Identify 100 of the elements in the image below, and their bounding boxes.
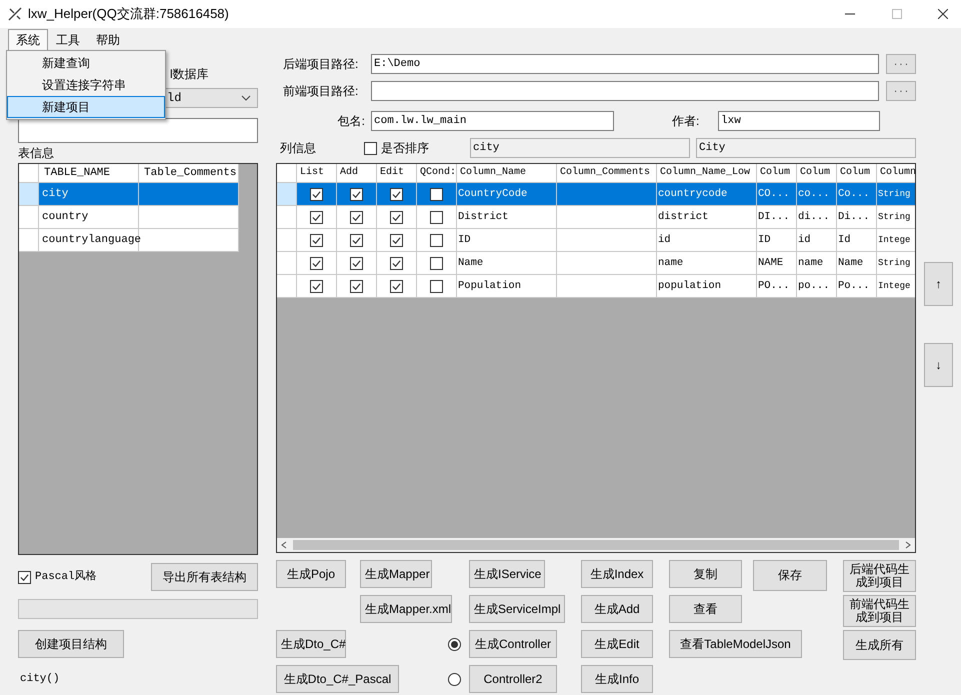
button[interactable]: 生成Add (581, 595, 653, 623)
column-header[interactable]: Column_Name (457, 164, 557, 183)
button[interactable]: 后端代码生成到项目 (843, 560, 916, 592)
menu-item[interactable]: 帮助 (88, 29, 128, 50)
radio-button[interactable] (448, 672, 461, 686)
section-label: 列信息 (279, 140, 317, 157)
table-cell: Po... (837, 275, 877, 298)
column-header[interactable]: Column_Comments (557, 164, 657, 183)
menu-item[interactable]: 工具 (48, 29, 88, 50)
button[interactable]: 生成Pojo (276, 560, 346, 588)
row-header (277, 183, 297, 206)
checkbox[interactable] (364, 142, 377, 154)
column-header[interactable]: QCond: (417, 164, 457, 183)
menu-item[interactable]: 新建查询 (7, 52, 165, 74)
checkbox[interactable] (390, 188, 403, 200)
checkbox[interactable] (310, 234, 323, 246)
checkbox[interactable] (350, 234, 363, 246)
menu-item[interactable]: 新建项目 (7, 96, 165, 118)
button[interactable]: 复制 (669, 560, 742, 588)
field-label: 后端项目路径: (282, 56, 360, 73)
menu-item[interactable]: 系统 (8, 29, 48, 50)
row-header (277, 229, 297, 252)
button[interactable]: 保存 (753, 560, 827, 591)
checkbox[interactable] (390, 256, 403, 270)
button[interactable]: 生成Dto_C# (276, 630, 346, 658)
export-button[interactable]: 导出所有表结构 (151, 563, 258, 591)
search-field[interactable] (18, 118, 258, 143)
button[interactable]: 生成Index (581, 560, 653, 588)
row-header (277, 164, 297, 183)
app-icon (8, 7, 22, 21)
chevron-left-icon[interactable] (281, 541, 287, 549)
table-row[interactable]: city (19, 183, 239, 206)
table-row[interactable]: ID id ID id Id Intege (277, 229, 915, 252)
chevron-right-icon[interactable] (905, 541, 911, 549)
table-row[interactable]: CountryCode countrycode CO... co... Co... String (277, 183, 915, 206)
checkbox[interactable] (350, 188, 363, 200)
horizontal-scrollbar[interactable] (277, 538, 915, 552)
button[interactable]: 生成Info (581, 665, 653, 693)
button[interactable]: 查看TableModelJson (669, 630, 802, 658)
section-label: 表信息 (18, 146, 55, 160)
browse-button[interactable]: ... (886, 54, 916, 74)
path-field[interactable]: E:\Demo (371, 54, 879, 74)
button[interactable]: Controller2 (469, 665, 557, 693)
button[interactable]: 查看 (669, 595, 742, 623)
column-header[interactable]: Edit (377, 164, 417, 183)
checkbox[interactable] (430, 256, 443, 270)
table-row[interactable]: countrylanguage (19, 229, 239, 252)
scrollbar-thumb[interactable] (293, 540, 899, 550)
table-row[interactable]: Population population PO... po... Po... Intege (277, 275, 915, 298)
checkbox[interactable] (350, 210, 363, 224)
checkbox[interactable] (390, 280, 403, 292)
row-header (277, 206, 297, 229)
author-field[interactable]: lxw (718, 111, 880, 131)
button[interactable]: 前端代码生成到项目 (843, 595, 916, 627)
button[interactable]: 生成Controller (469, 630, 557, 658)
create-button[interactable]: 创建项目结构 (18, 630, 124, 658)
column-header[interactable]: Colum (797, 164, 837, 183)
button[interactable]: 生成Mapper.xml (360, 595, 452, 623)
package-field[interactable]: com.lw.lw_main (371, 111, 614, 131)
column-header[interactable]: Table_Comments (139, 164, 239, 183)
column-header[interactable]: Colum (837, 164, 877, 183)
path-field[interactable] (371, 81, 879, 101)
checkbox[interactable] (430, 188, 443, 200)
table-row[interactable]: Name name NAME name Name String (277, 252, 915, 275)
checkbox[interactable] (310, 280, 323, 292)
table-cell: Population (457, 275, 557, 298)
checkbox[interactable] (350, 256, 363, 270)
checkbox[interactable] (18, 570, 31, 584)
column-header[interactable]: Column_Name_Low (657, 164, 757, 183)
checkbox[interactable] (310, 256, 323, 270)
checkbox[interactable] (310, 188, 323, 200)
checkbox[interactable] (390, 234, 403, 246)
button[interactable]: 生成Edit (581, 630, 653, 658)
column-header[interactable]: Colum (757, 164, 797, 183)
chevron-down-icon (241, 95, 251, 101)
close-icon[interactable] (938, 9, 948, 19)
checkbox[interactable] (350, 280, 363, 292)
button[interactable]: 生成IService (469, 560, 545, 588)
row-header (277, 252, 297, 275)
move-button[interactable]: ↓ (924, 343, 953, 387)
checkbox[interactable] (310, 210, 323, 224)
row-header (19, 183, 39, 206)
table-row[interactable]: District district DI... di... Di... String (277, 206, 915, 229)
button[interactable]: 生成ServiceImpl (469, 595, 565, 623)
column-header[interactable]: Column (877, 164, 915, 183)
checkbox[interactable] (430, 280, 443, 292)
checkbox[interactable] (430, 234, 443, 246)
checkbox[interactable] (390, 210, 403, 224)
button[interactable]: 生成Mapper (360, 560, 432, 588)
column-header[interactable]: Add (337, 164, 377, 183)
menu-item[interactable]: 设置连接字符串 (7, 74, 165, 96)
table-row[interactable]: country (19, 206, 239, 229)
browse-button[interactable]: ... (886, 81, 916, 101)
button[interactable]: 生成所有 (843, 630, 916, 660)
radio-button[interactable] (448, 638, 461, 650)
column-header[interactable]: List (297, 164, 337, 183)
move-button[interactable]: ↑ (924, 262, 953, 306)
checkbox[interactable] (430, 210, 443, 224)
button[interactable]: 生成Dto_C#_Pascal (276, 665, 399, 693)
column-header[interactable]: TABLE_NAME (39, 164, 139, 183)
